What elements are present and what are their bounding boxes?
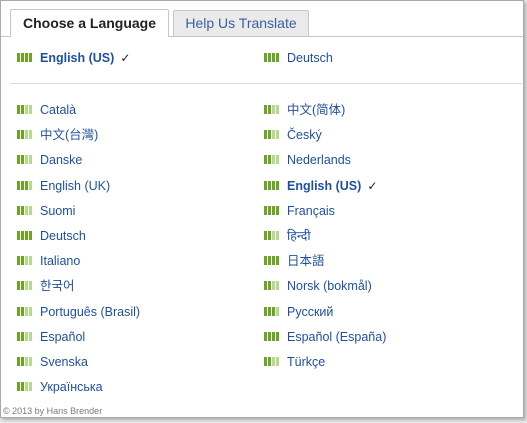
translation-progress-icon [17, 277, 33, 295]
language-item[interactable]: Český [264, 126, 322, 144]
translation-progress-icon [264, 151, 280, 169]
language-label: Italiano [40, 254, 81, 268]
language-label: Español (España) [287, 330, 387, 344]
language-item[interactable]: Українська [17, 378, 103, 396]
translation-progress-icon [264, 49, 280, 67]
translation-progress-icon [17, 328, 33, 346]
language-item[interactable]: Català [17, 101, 76, 119]
translation-progress-icon [264, 303, 280, 321]
translation-progress-icon [17, 202, 33, 220]
language-item[interactable]: हिन्दी [264, 227, 311, 245]
language-item[interactable]: Norsk (bokmål) [264, 277, 372, 295]
language-item[interactable]: Deutsch [17, 227, 86, 245]
language-item[interactable]: Italiano [17, 252, 80, 270]
language-label: Norsk (bokmål) [287, 279, 372, 293]
language-item[interactable]: 한국어 [17, 277, 75, 295]
translation-progress-icon [17, 49, 33, 67]
language-label: 中文(简体) [287, 103, 346, 117]
translation-progress-icon [17, 378, 33, 396]
translation-progress-icon [17, 126, 33, 144]
translation-progress-icon [264, 353, 280, 371]
translation-progress-icon [17, 353, 33, 371]
language-label: English (US) [287, 179, 362, 193]
translation-progress-icon [17, 303, 33, 321]
translation-progress-icon [17, 101, 33, 119]
translation-progress-icon [264, 277, 280, 295]
tab-choose-language[interactable]: Choose a Language [10, 9, 169, 37]
checkmark-icon: ✓ [367, 179, 378, 193]
language-dialog: Choose a Language Help Us Translate Engl… [0, 0, 524, 418]
language-label: Deutsch [287, 51, 333, 65]
language-label: Español [40, 330, 86, 344]
tab-bar: Choose a Language Help Us Translate [1, 1, 523, 37]
tab-help-us-translate[interactable]: Help Us Translate [173, 10, 309, 36]
language-label: Українська [40, 380, 103, 394]
language-label: 中文(台灣) [40, 128, 99, 142]
translation-progress-icon [264, 328, 280, 346]
language-label: Nederlands [287, 153, 351, 167]
language-label: 日本語 [287, 254, 325, 268]
language-label: 한국어 [40, 279, 75, 293]
language-item[interactable]: Русский [264, 303, 333, 321]
language-label: Suomi [40, 204, 76, 218]
language-item[interactable]: Español (España) [264, 328, 386, 346]
language-item[interactable]: Svenska [17, 353, 88, 371]
language-item[interactable]: Français [264, 202, 335, 220]
translation-progress-icon [17, 227, 33, 245]
language-item[interactable]: Suomi [17, 202, 75, 220]
language-label: English (UK) [40, 179, 111, 193]
language-item[interactable]: Danske [17, 151, 82, 169]
translation-progress-icon [264, 101, 280, 119]
language-label: Português (Brasil) [40, 305, 141, 319]
language-label: हिन्दी [287, 229, 311, 243]
language-item[interactable]: Português (Brasil) [17, 303, 140, 321]
language-item[interactable]: 中文(简体) [264, 101, 345, 119]
language-item[interactable]: Español [17, 328, 85, 346]
translation-progress-icon [264, 252, 280, 270]
translation-progress-icon [264, 177, 280, 195]
language-label: Svenska [40, 355, 88, 369]
language-item[interactable]: 日本語 [264, 252, 325, 270]
translation-progress-icon [17, 177, 33, 195]
divider [10, 83, 522, 84]
translation-progress-icon [264, 227, 280, 245]
language-label: Český [287, 128, 322, 142]
language-item[interactable]: 中文(台灣) [17, 126, 98, 144]
translation-progress-icon [264, 202, 280, 220]
top-language-deutsch[interactable]: Deutsch [264, 49, 333, 67]
copyright-watermark: © 2013 by Hans Brender [3, 406, 103, 416]
language-label: Русский [287, 305, 334, 319]
language-item[interactable]: English (UK) [17, 177, 110, 195]
checkmark-icon: ✓ [120, 51, 131, 65]
translation-progress-icon [17, 151, 33, 169]
language-label: Français [287, 204, 335, 218]
language-label: Deutsch [40, 229, 86, 243]
translation-progress-icon [17, 252, 33, 270]
top-language-english-us[interactable]: English (US) ✓ [17, 49, 130, 67]
language-label: Türkçe [287, 355, 326, 369]
translation-progress-icon [264, 126, 280, 144]
language-label: Danske [40, 153, 83, 167]
language-label: English (US) [40, 51, 115, 65]
language-item[interactable]: Türkçe [264, 353, 325, 371]
language-label: Català [40, 103, 77, 117]
language-item[interactable]: Nederlands [264, 151, 351, 169]
language-item-selected[interactable]: English (US) ✓ [264, 177, 377, 195]
